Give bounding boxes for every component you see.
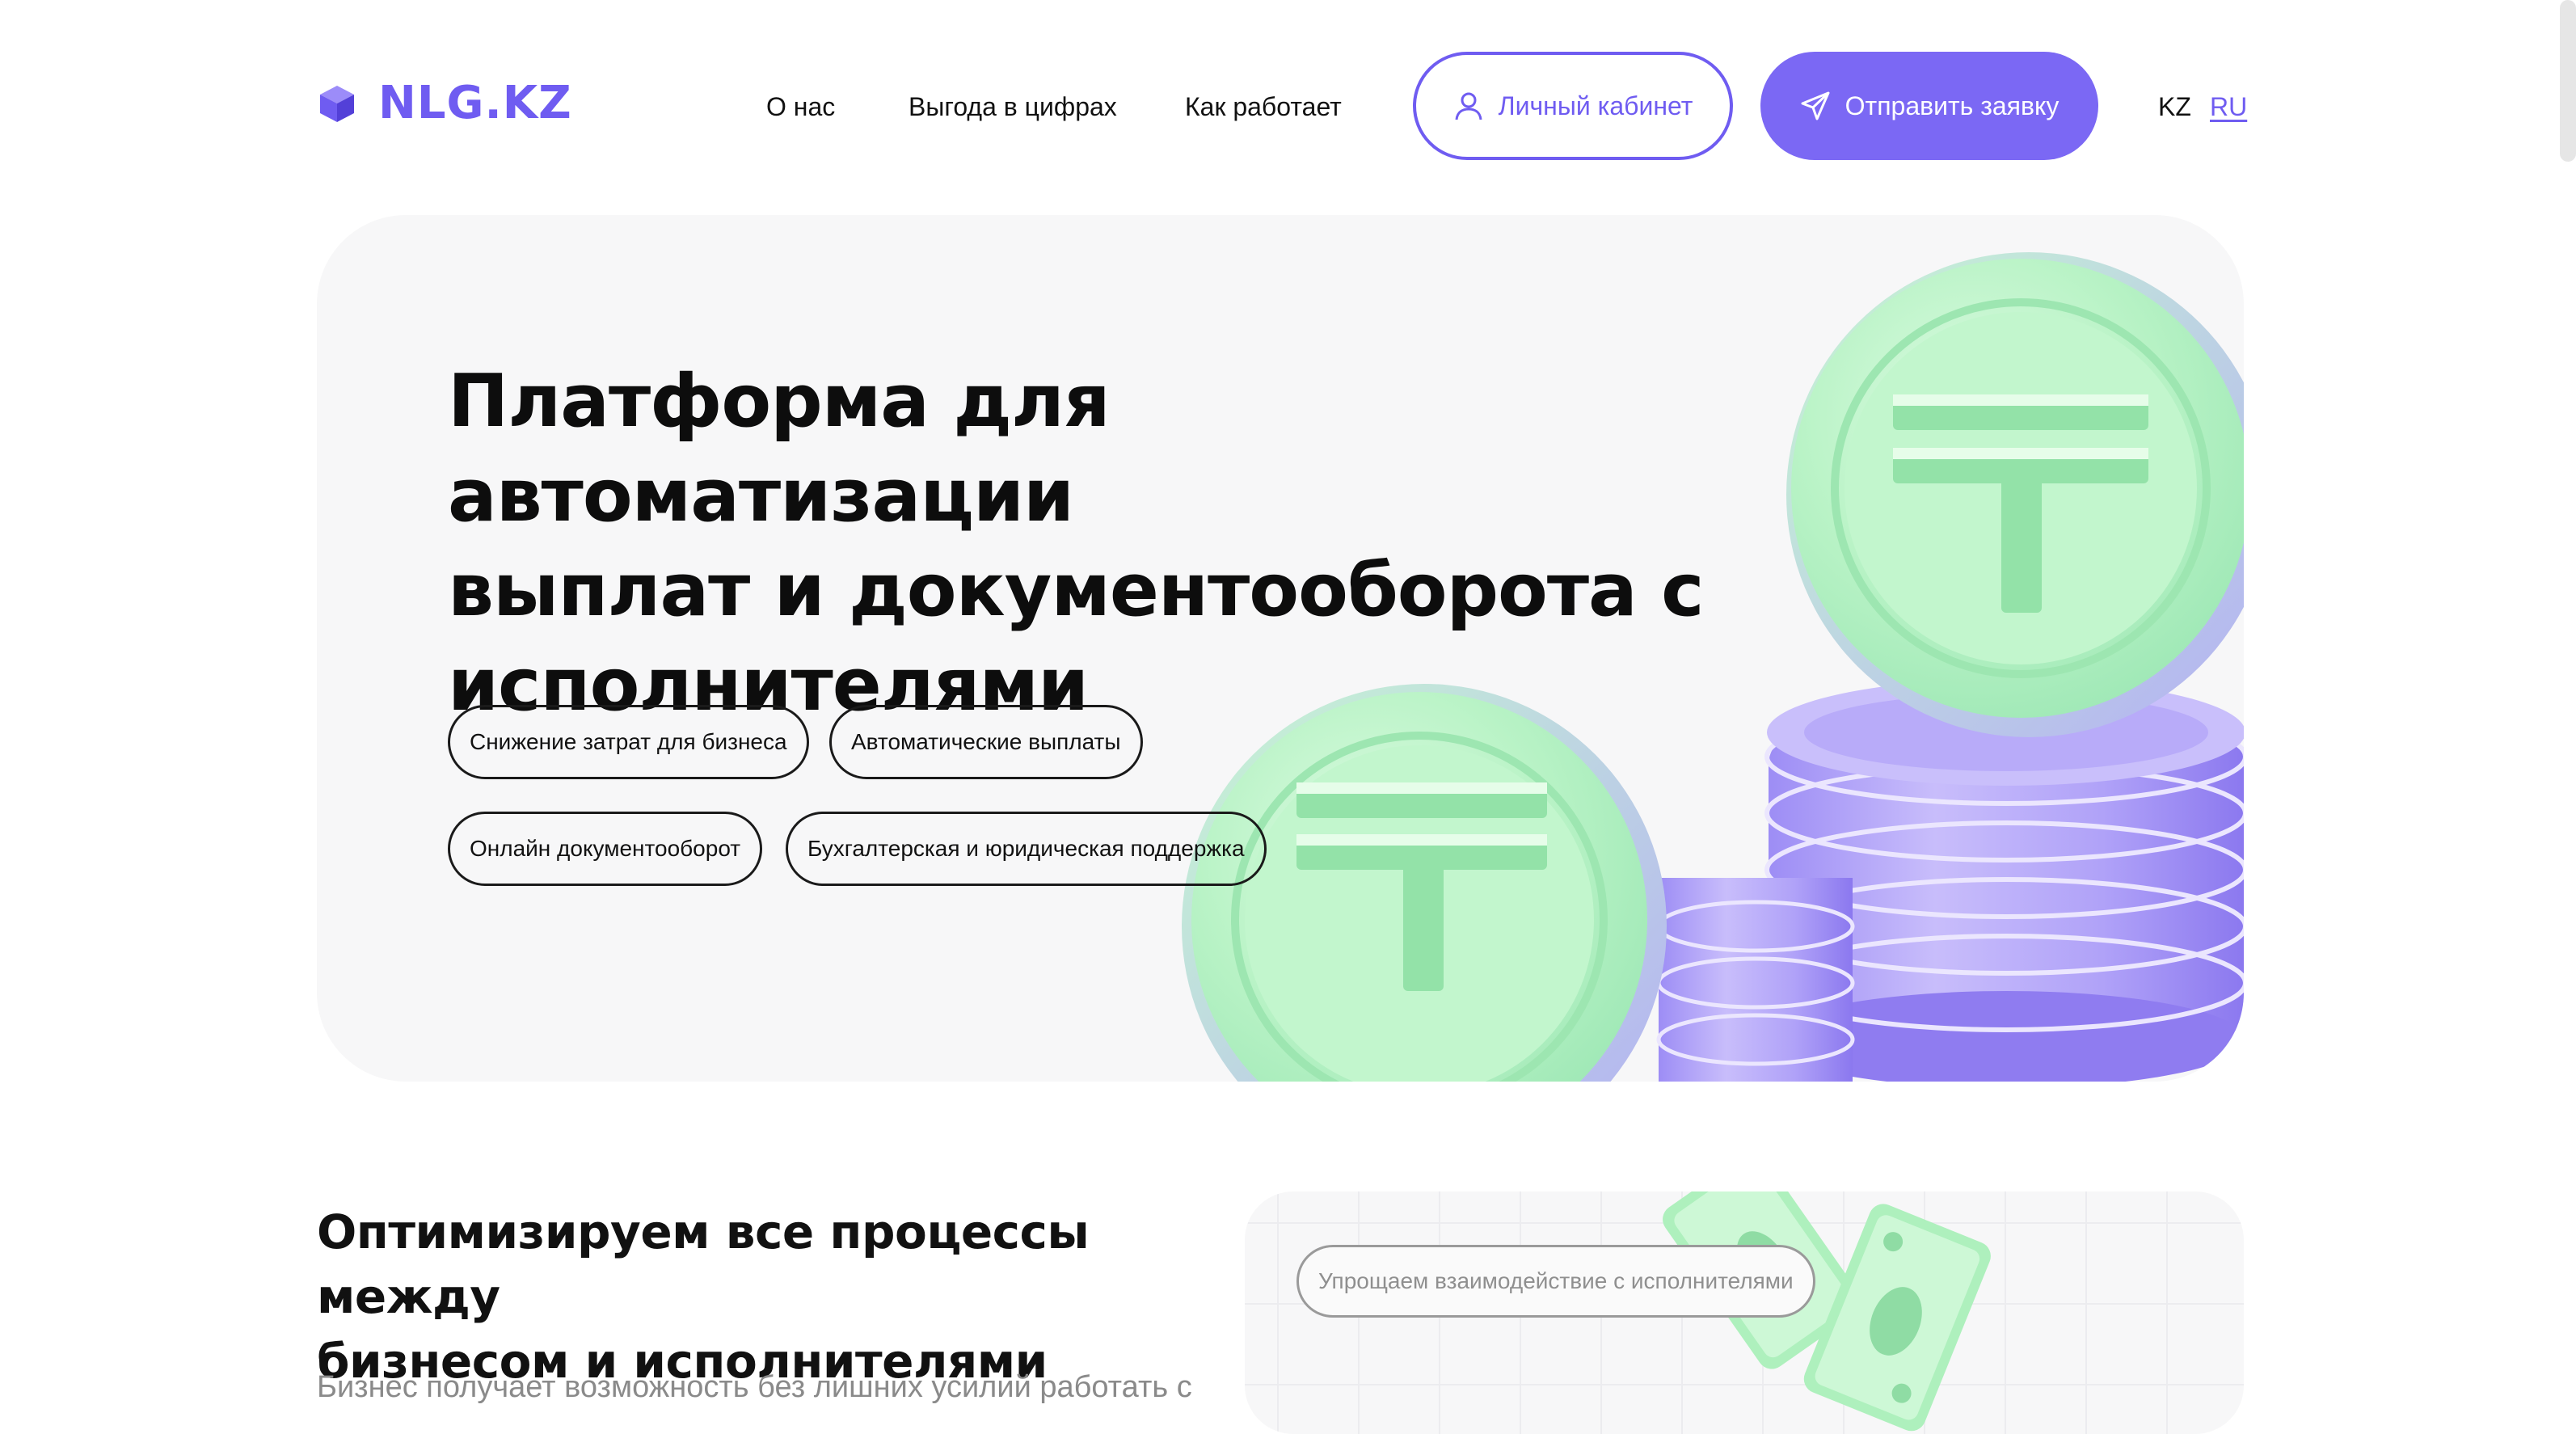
personal-cabinet-button[interactable]: Личный кабинет [1413,52,1733,160]
paper-plane-icon [1801,91,1830,120]
send-request-button[interactable]: Отправить заявку [1760,52,2098,160]
feature-pill-auto-payouts: Автоматические выплаты [829,705,1143,779]
lang-ru[interactable]: RU [2210,91,2247,123]
nav-link-how-it-works[interactable]: Как работает [1185,91,1342,123]
scrollbar-thumb[interactable] [2560,0,2576,162]
banknote-right [1803,1204,1991,1432]
section-title-line: Оптимизируем все процессы между [317,1204,1090,1324]
nav-link-about[interactable]: О нас [766,91,835,123]
small-purple-stack [1656,878,1855,1082]
logo-text: NLG.KZ [378,77,572,129]
nav-link-benefits[interactable]: Выгода в цифрах [909,91,1117,123]
feature-pill-accounting-support: Бухгалтерская и юридическая поддержка [786,812,1267,886]
personal-cabinet-label: Личный кабинет [1498,91,1693,120]
section-description: Бизнес получает возможность без лишних у… [317,1370,1192,1404]
landing-page: NLG.KZ О нас Выгода в цифрах Как работае… [0,0,2576,1434]
feature-pill-cost-reduction: Снижение затрат для бизнеса [448,705,809,779]
send-request-label: Отправить заявку [1845,91,2060,120]
lang-kz[interactable]: KZ [2158,91,2191,123]
hero-title-line: выплат и документооборота с [448,548,1704,633]
purple-coin-stack [1764,679,2244,1082]
hero-banner: Платформа для автоматизации выплат и док… [317,215,2244,1082]
panel-pill-label: Упрощаем взаимодействие с исполнителями [1296,1245,1815,1318]
hero-title-line: Платформа для автоматизации [448,359,1111,538]
cube-icon [320,86,354,122]
tenge-coin-front [1182,684,1667,1082]
user-icon [1455,92,1482,120]
logo[interactable]: NLG.KZ [317,81,572,126]
tenge-coin-top [1786,252,2244,737]
feature-pill-online-docs: Онлайн документооборот [448,812,763,886]
hero-title: Платформа для автоматизации выплат и док… [448,354,1709,732]
interaction-panel: Упрощаем взаимодействие с исполнителями [1245,1191,2244,1434]
